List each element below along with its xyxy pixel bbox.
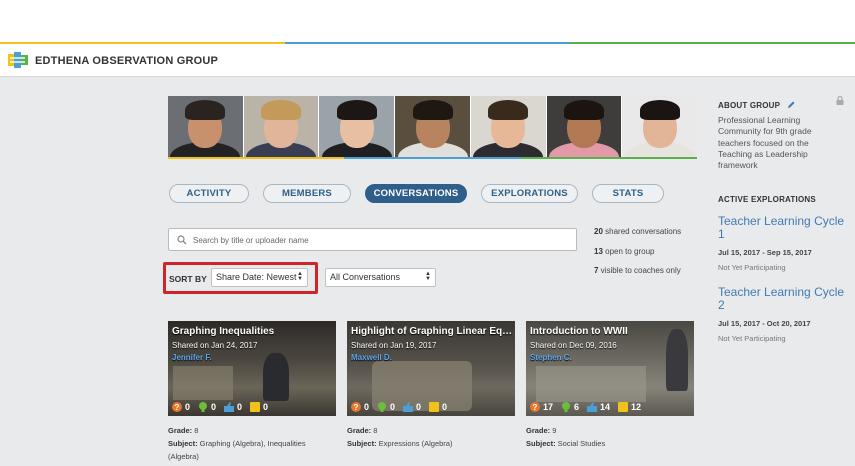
lightbulb-icon [562, 402, 571, 412]
select-arrows-icon: ▲ ▼ [297, 271, 303, 282]
question-icon: ? [172, 402, 182, 412]
filter-select-value: All Conversations [330, 272, 401, 282]
card-grade: Grade: 9 [526, 426, 557, 435]
card-subject-cont: (Algebra) [168, 452, 199, 461]
about-group-heading: ABOUT GROUP [718, 101, 781, 110]
card-author[interactable]: Jennifer F. [172, 353, 212, 362]
note-icon [618, 402, 629, 412]
lock-icon [836, 96, 844, 105]
tab-members[interactable]: MEMBERS [263, 184, 351, 203]
sidebar: ABOUT GROUP [718, 95, 846, 113]
card-title: Introduction to WWII [530, 326, 628, 337]
member-photo[interactable] [319, 96, 395, 158]
lightbulb-icon [378, 402, 387, 412]
card-shared-date: Shared on Dec 09, 2016 [530, 341, 617, 350]
search-input[interactable] [193, 232, 563, 248]
conversation-stats: 20 shared conversations 13 open to group… [594, 227, 681, 286]
svg-text:?: ? [533, 403, 538, 412]
sort-select[interactable]: Share Date: Newest ▲ ▼ [211, 268, 308, 287]
stat-coaches-only: 7 visible to coaches only [594, 266, 681, 275]
conversation-card[interactable]: Graphing Inequalities Shared on Jan 24, … [168, 321, 336, 416]
card-counts: ? 17 6 14 12 [530, 402, 646, 412]
thumbs-up-icon [587, 402, 598, 412]
card-grade: Grade: 8 [168, 426, 199, 435]
sort-by-label: SORT BY [169, 274, 207, 284]
exploration-link[interactable]: Teacher Learning Cycle 1 [718, 215, 846, 241]
member-photo[interactable] [470, 96, 546, 158]
card-shared-date: Shared on Jan 24, 2017 [172, 341, 258, 350]
card-meta: Grade: 8 Subject: Expressions (Algebra) [347, 424, 517, 450]
card-counts: ? 0 0 0 0 [172, 402, 273, 412]
search-box [168, 228, 577, 251]
conversation-card[interactable]: Introduction to WWII Shared on Dec 09, 2… [526, 321, 694, 416]
card-meta: Grade: 9 Subject: Social Studies [526, 424, 696, 450]
note-icon [429, 402, 440, 412]
card-meta: Grade: 8 Subject: Graphing (Algebra), In… [168, 424, 338, 463]
select-arrows-icon: ▲ ▼ [425, 271, 431, 282]
conversation-card[interactable]: Highlight of Graphing Linear Equati... S… [347, 321, 515, 416]
active-explorations-heading: ACTIVE EXPLORATIONS [718, 195, 816, 204]
edthena-logo-icon [8, 52, 28, 68]
tab-stats[interactable]: STATS [592, 184, 664, 203]
card-grade: Grade: 8 [347, 426, 378, 435]
svg-text:?: ? [354, 403, 359, 412]
banner-underline [168, 157, 697, 159]
edit-pencil-icon[interactable] [787, 101, 795, 109]
top-bar [0, 0, 855, 44]
tab-activity[interactable]: ACTIVITY [169, 184, 249, 203]
card-subject: Subject: Graphing (Algebra), Inequalitie… [168, 439, 306, 448]
card-author[interactable]: Stephen C. [530, 353, 572, 362]
sort-select-value: Share Date: Newest [216, 272, 297, 282]
exploration-status: Not Yet Participating [718, 334, 786, 343]
card-subject: Subject: Social Studies [526, 439, 606, 448]
stat-open: 13 open to group [594, 246, 655, 256]
member-photo[interactable] [243, 96, 319, 158]
member-photo[interactable] [622, 96, 698, 158]
thumbnail-board [173, 366, 233, 400]
card-shared-date: Shared on Jan 19, 2017 [351, 341, 437, 350]
member-photo[interactable] [168, 96, 243, 158]
member-photo[interactable] [546, 96, 622, 158]
thumbnail-board [536, 366, 646, 402]
lightbulb-icon [199, 402, 208, 412]
member-photos-banner [168, 96, 698, 158]
group-tabs: ACTIVITY MEMBERS CONVERSATIONS EXPLORATI… [169, 184, 664, 203]
exploration-dates: Jul 15, 2017 - Oct 20, 2017 [718, 319, 811, 328]
exploration-status: Not Yet Participating [718, 263, 786, 272]
card-subject: Subject: Expressions (Algebra) [347, 439, 453, 448]
tab-conversations[interactable]: CONVERSATIONS [365, 184, 467, 203]
group-header: EDTHENA OBSERVATION GROUP [0, 44, 855, 77]
search-icon [177, 235, 187, 245]
card-title: Graphing Inequalities [172, 326, 275, 337]
card-author[interactable]: Maxwell D. [351, 353, 392, 362]
exploration-link[interactable]: Teacher Learning Cycle 2 [718, 286, 846, 312]
group-title: EDTHENA OBSERVATION GROUP [35, 55, 219, 67]
card-counts: ? 0 0 0 0 [351, 402, 452, 412]
exploration-dates: Jul 15, 2017 - Sep 15, 2017 [718, 248, 812, 257]
svg-text:?: ? [175, 403, 180, 412]
thumbnail-figure [263, 353, 289, 401]
about-group-text: Professional Learning Community for 9th … [718, 115, 812, 171]
filter-select[interactable]: All Conversations ▲ ▼ [325, 268, 436, 287]
stat-shared: 20 shared conversations [594, 227, 682, 236]
thumbnail-figure [666, 329, 688, 391]
question-icon: ? [351, 402, 361, 412]
note-icon [250, 402, 261, 412]
thumbs-up-icon [224, 402, 235, 412]
tab-explorations[interactable]: EXPLORATIONS [481, 184, 578, 203]
thumbs-up-icon [403, 402, 414, 412]
question-icon: ? [530, 402, 540, 412]
card-title: Highlight of Graphing Linear Equati... [351, 326, 513, 337]
member-photo[interactable] [395, 96, 470, 158]
